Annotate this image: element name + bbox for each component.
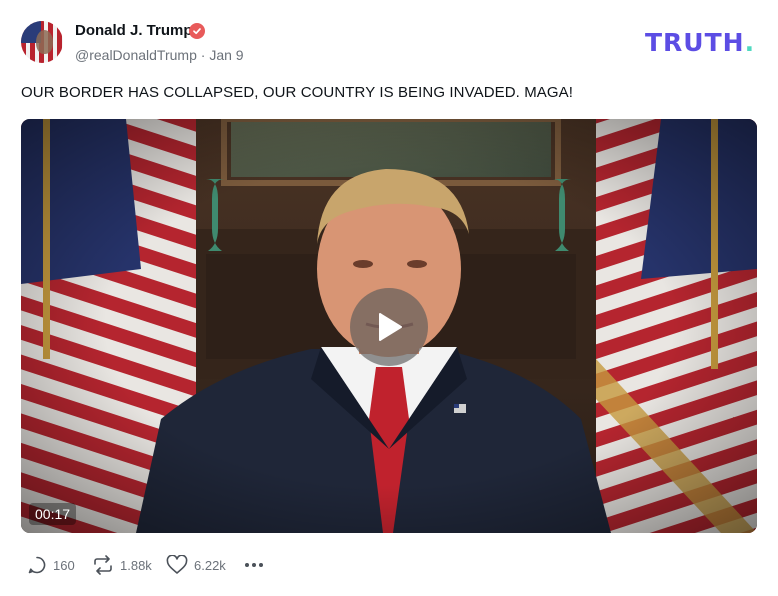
truth-logo-dot: . <box>744 28 756 57</box>
video-duration: 00:17 <box>29 503 77 525</box>
meta-separator: · <box>200 47 206 63</box>
repost-button[interactable]: 1.88k <box>92 554 152 576</box>
repost-icon <box>94 555 112 575</box>
like-button[interactable]: 6.22k <box>166 554 226 576</box>
play-button[interactable] <box>350 288 428 366</box>
truth-logo-text: TRUTH <box>645 28 745 57</box>
ellipsis-icon <box>245 563 263 567</box>
author-avatar[interactable] <box>21 21 63 63</box>
repost-count: 1.88k <box>120 557 152 573</box>
like-count: 6.22k <box>194 557 226 573</box>
post-date[interactable]: Jan 9 <box>209 47 243 63</box>
verified-badge-icon <box>189 23 205 39</box>
author-display-name[interactable]: Donald J. Trump <box>75 22 193 39</box>
truth-logo[interactable]: TRUTH. <box>645 28 755 57</box>
more-options-button[interactable] <box>243 554 265 576</box>
heart-icon <box>166 555 188 574</box>
reply-count: 160 <box>53 557 75 573</box>
play-icon <box>379 313 402 341</box>
post-body-text: OUR BORDER HAS COLLAPSED, OUR COUNTRY IS… <box>21 84 574 101</box>
video-player[interactable]: 00:17 <box>21 119 757 533</box>
author-handle[interactable]: @realDonaldTrump <box>75 47 197 63</box>
author-meta: @realDonaldTrump · Jan 9 <box>75 47 244 63</box>
truth-post: Donald J. Trump @realDonaldTrump · Jan 9… <box>0 0 778 596</box>
reply-icon <box>28 556 46 574</box>
reply-button[interactable]: 160 <box>27 554 75 576</box>
